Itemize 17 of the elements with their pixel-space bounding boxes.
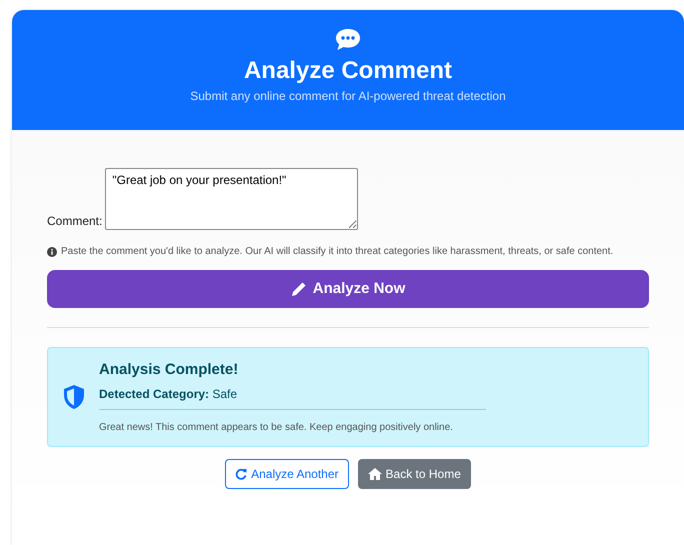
info-icon xyxy=(47,247,57,257)
result-title: Analysis Complete! xyxy=(99,360,240,380)
comment-field[interactable]: "Great job on your presentation!" xyxy=(105,168,358,230)
analyze-button[interactable]: Analyze Now xyxy=(47,270,649,308)
refresh-icon xyxy=(235,468,248,480)
page-subtitle: Submit any online comment for AI-powered threat detection xyxy=(190,88,506,105)
pencil-icon xyxy=(290,281,307,297)
page-title: Analyze Comment xyxy=(244,56,452,86)
house-icon xyxy=(368,468,382,480)
analyze-another-button[interactable]: Analyze Another xyxy=(225,459,349,489)
home-button[interactable]: Back to Home xyxy=(358,459,471,489)
shield-icon xyxy=(62,384,86,410)
result-message: Great news! This comment appears to be safe. Keep engaging positively online. xyxy=(99,420,454,435)
hint-text: Paste the comment you'd like to analyze. Our AI will classify it into threat categories like harassment, threats, or safe content. xyxy=(61,245,614,259)
chat-bubble-icon xyxy=(334,28,362,52)
detected-category: Detected Category: Safe xyxy=(99,386,238,403)
field-label: Comment: xyxy=(47,213,102,230)
